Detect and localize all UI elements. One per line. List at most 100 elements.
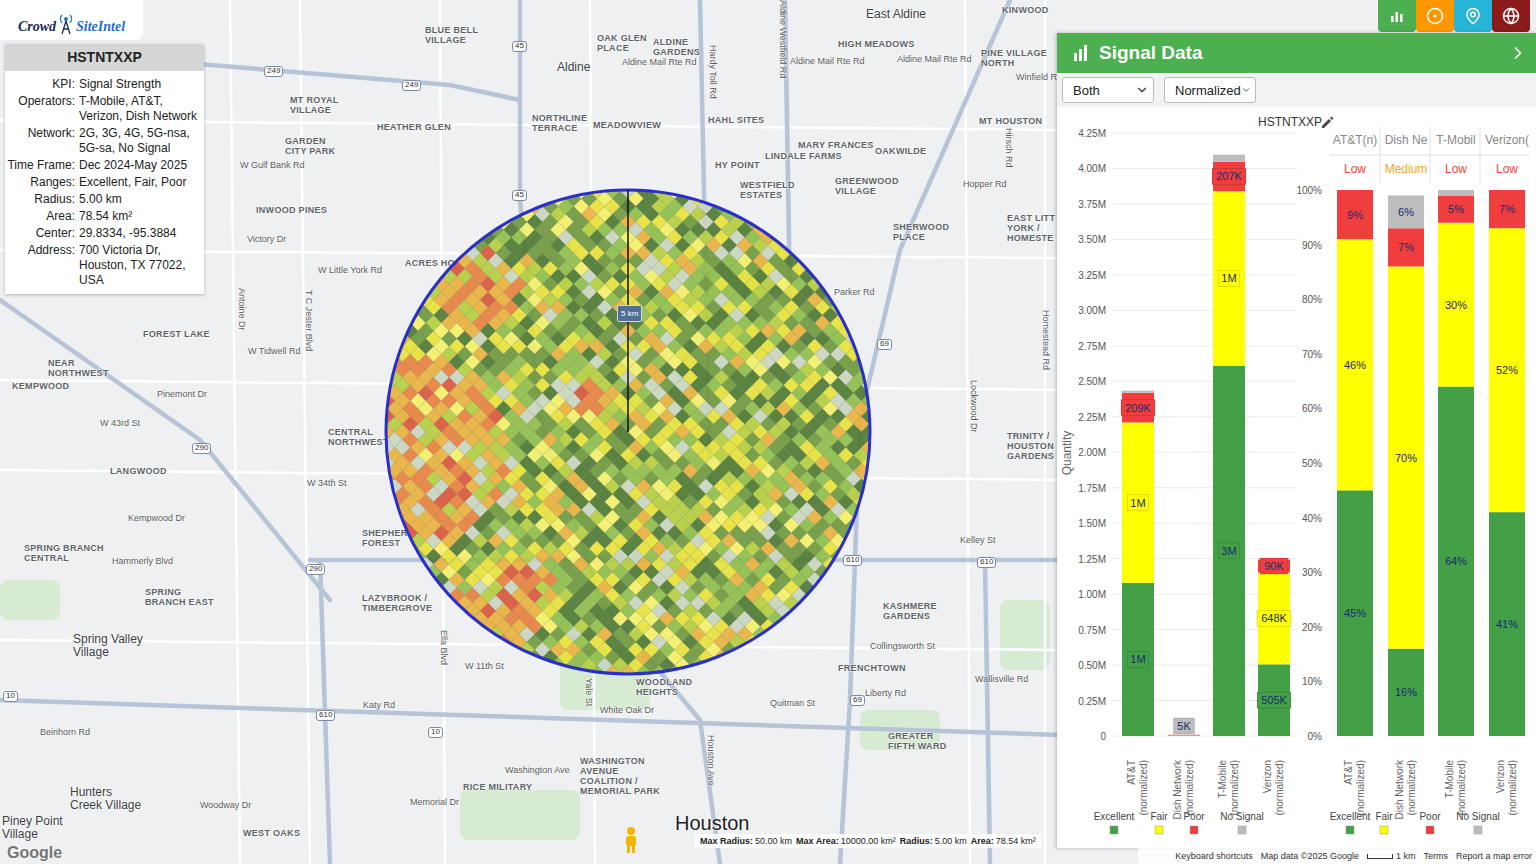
legend-item[interactable]: No Signal	[1220, 811, 1263, 834]
bar-value-label: 1M	[1128, 651, 1149, 667]
axis-tick: 2.75M	[1078, 341, 1297, 352]
svg-text:3.75M: 3.75M	[1078, 199, 1106, 210]
toolbar-button[interactable]	[1416, 0, 1454, 32]
map-label: RICE MILITARY	[463, 782, 532, 792]
map-label: Hopper Rd	[963, 179, 1007, 189]
percent-bar[interactable]: 16%70%7%6%	[1388, 195, 1424, 736]
info-label: Address:	[7, 243, 75, 288]
controls-row: Both Normalized	[1057, 73, 1536, 107]
antenna-icon	[57, 13, 75, 35]
toolbar	[1378, 0, 1530, 32]
map-label: Yale St	[584, 678, 594, 706]
map-label: MT ROYAL VILLAGE	[290, 95, 339, 115]
map-label: SPRING BRANCH CENTRAL	[24, 543, 104, 563]
attribution-link[interactable]: Report a map error	[1456, 851, 1532, 861]
signal-chart: HSTNTXXPQuantity00.25M0.50M0.75M1.00M1.2…	[1057, 107, 1536, 848]
svg-text:No Signal: No Signal	[1456, 811, 1499, 822]
bar-value-label: 1M	[1219, 270, 1240, 286]
highway-shield: 45	[512, 41, 527, 52]
quantity-bar[interactable]	[1168, 735, 1200, 736]
dropdown[interactable]: Both	[1062, 77, 1154, 103]
quantity-bar[interactable]	[1213, 155, 1245, 736]
axis-tick: 4.25M	[1078, 128, 1297, 139]
axis-tick: 4.00M	[1078, 163, 1297, 174]
axis-title: Quantity	[1060, 431, 1074, 476]
axis-tick: 40%	[1302, 513, 1322, 524]
svg-text:90K: 90K	[1264, 560, 1284, 572]
bar-value-label: 505K	[1257, 692, 1291, 708]
attribution-link[interactable]: Keyboard shortcuts	[1175, 851, 1253, 861]
panel-title: Signal Data	[1073, 42, 1202, 64]
legend-item[interactable]: Excellent	[1330, 811, 1371, 834]
svg-text:0.25M: 0.25M	[1078, 696, 1106, 707]
attribution-link[interactable]: Map data ©2025 Google	[1261, 851, 1359, 861]
bar-value-label: 3M	[1219, 543, 1240, 559]
map-label: LANGWOOD	[110, 466, 167, 476]
map-label: ALDINE GARDENS	[653, 37, 700, 57]
map-label: Hirsch Rd	[1004, 128, 1014, 168]
quantity-bar[interactable]	[1258, 558, 1290, 736]
map-label: BLUE BELL VILLAGE	[425, 25, 478, 45]
axis-tick: 3.75M	[1078, 199, 1297, 210]
legend-item[interactable]: Poor	[1419, 811, 1441, 834]
map-label: WEST OAKS	[243, 828, 300, 838]
attribution-link[interactable]: 1 km	[1367, 851, 1416, 861]
map-label: HY POINT	[715, 160, 760, 170]
map-label: Memorial Dr	[410, 797, 459, 807]
map-label: Parker Rd	[834, 287, 875, 297]
map-page: East AldineKINWOODBLUE BELL VILLAGEOAK G…	[0, 0, 1536, 864]
axis-tick: 70%	[1302, 349, 1322, 360]
axis-tick: 1.50M	[1078, 518, 1297, 529]
info-label: KPI:	[7, 77, 75, 92]
legend-item[interactable]: Poor	[1183, 811, 1205, 834]
toolbar-button[interactable]	[1492, 0, 1530, 32]
svg-text:Excellent: Excellent	[1330, 811, 1371, 822]
bar-value-label: 16%	[1395, 686, 1417, 698]
coverage-heatmap[interactable]	[378, 182, 878, 682]
map-label: Ella Blvd	[439, 630, 449, 665]
bar-value-label: 45%	[1344, 607, 1366, 619]
radius-info-item: Area:78.54 km²	[971, 836, 1036, 846]
map-label: Houston Ave	[706, 735, 716, 786]
svg-text:2.75M: 2.75M	[1078, 341, 1106, 352]
axis-tick: 100%	[1296, 185, 1322, 196]
info-value: 700 Victoria Dr, Houston, TX 77022, USA	[79, 243, 200, 288]
toolbar-button[interactable]	[1454, 0, 1492, 32]
quantity-bar[interactable]	[1122, 391, 1154, 736]
legend-item[interactable]: No Signal	[1456, 811, 1499, 834]
percent-bar[interactable]: 64%30%5%	[1438, 190, 1474, 736]
svg-text:Excellent: Excellent	[1094, 811, 1135, 822]
map-label: MARY FRANCES	[798, 140, 874, 150]
radius-info-strip: Max Radius:50.00 kmMax Area:10000.00 km²…	[695, 834, 1041, 848]
legend-item[interactable]: Fair	[1375, 811, 1393, 834]
percent-bar[interactable]: 41%52%7%	[1489, 190, 1525, 736]
target-icon	[1426, 7, 1444, 25]
rating-label: Low	[1496, 162, 1518, 176]
category-label: Verizon(normalized)	[1495, 760, 1518, 816]
radius-circle[interactable]	[386, 190, 870, 674]
toolbar-button[interactable]	[1378, 0, 1416, 32]
logo[interactable]: CrowdSiteIntel	[0, 0, 143, 40]
category-label: T-Mobile(normalized)	[1444, 760, 1467, 816]
highway-shield: 249	[264, 66, 283, 77]
map-label: Pinemont Dr	[157, 389, 207, 399]
highway-shield: 290	[192, 443, 211, 454]
attribution-link[interactable]: Terms	[1423, 851, 1448, 861]
highway-shield: 45	[512, 190, 527, 201]
svg-text:1.50M: 1.50M	[1078, 518, 1106, 529]
dropdown[interactable]: Normalized	[1164, 77, 1256, 103]
map-label: Kelley St	[960, 535, 996, 545]
pegman-icon[interactable]	[622, 826, 640, 854]
percent-bar[interactable]: 45%46%9%	[1337, 190, 1373, 736]
map-label: Houston	[675, 812, 750, 834]
svg-text:0: 0	[1100, 731, 1106, 742]
info-label: Center:	[7, 226, 75, 241]
pencil-icon[interactable]	[1322, 117, 1334, 129]
map-label: KASHMERE GARDENS	[883, 601, 937, 621]
legend-item[interactable]: Fair	[1150, 811, 1168, 834]
collapse-icon[interactable]	[1508, 43, 1528, 63]
legend-item[interactable]: Excellent	[1094, 811, 1135, 834]
map-label: OAK GLEN PLACE	[597, 33, 647, 53]
highway-shield: 610	[843, 555, 862, 566]
map-label: MT HOUSTON	[979, 116, 1042, 126]
